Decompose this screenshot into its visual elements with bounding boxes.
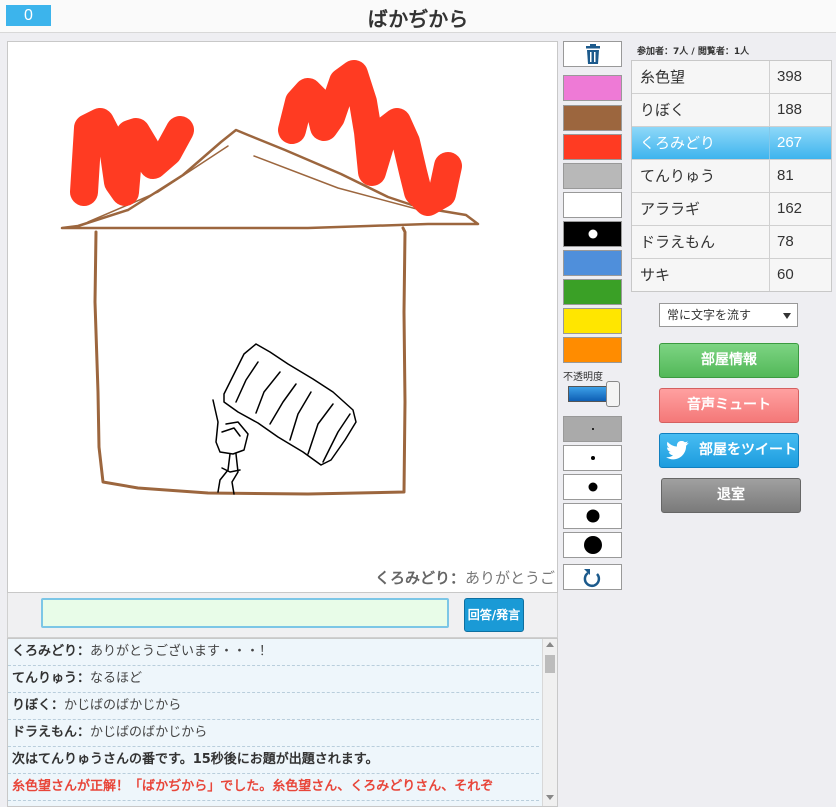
- brush-size-3[interactable]: [563, 474, 622, 500]
- undo-button[interactable]: [563, 564, 622, 590]
- brush-dot-icon: [586, 509, 599, 523]
- player-name: ドラえもん: [640, 233, 716, 251]
- answer-button[interactable]: 回答/発言: [464, 598, 524, 632]
- chat-text: かじばのばかじから: [90, 725, 208, 740]
- chat-name: りぼく：: [12, 698, 65, 713]
- chat-name: てんりゅう：: [12, 671, 91, 686]
- trash-icon: [586, 44, 600, 64]
- top-bar: 0 ばかぢから: [0, 0, 836, 33]
- chat-text: なるほど: [90, 671, 143, 686]
- player-row: てんりゅう 81: [632, 160, 831, 193]
- brush-size-2[interactable]: [563, 445, 622, 471]
- chat-name: くろみどり：: [12, 644, 91, 659]
- canvas-chat-overlay: くろみどり：ありがとうございます・・・！: [375, 567, 557, 588]
- scroll-up-arrow-icon[interactable]: [546, 642, 554, 647]
- system-message: 次はてんりゅうさんの番です。15秒後にお題が出題されます。: [8, 747, 539, 774]
- select-value: 常に文字を流す: [667, 308, 752, 322]
- brush-dot-icon: [583, 536, 602, 554]
- chat-row: くろみどり：ありがとうございます・・・！: [8, 639, 539, 666]
- player-name: くろみどり: [640, 134, 716, 152]
- overlay-name: くろみどり：: [375, 569, 466, 587]
- chat-row: ドラえもん：かじばのばかじから: [8, 720, 539, 747]
- answer-input[interactable]: [41, 598, 449, 628]
- player-row: ドラえもん 78: [632, 226, 831, 259]
- brush-size-1[interactable]: [563, 416, 622, 442]
- room-info-button[interactable]: 部屋情報: [659, 343, 799, 378]
- color-swatch-yellow[interactable]: [563, 308, 622, 334]
- player-name: サキ: [640, 266, 671, 284]
- player-row: 糸色望 398: [632, 61, 831, 94]
- player-score: 60: [769, 259, 831, 291]
- player-name: りぼく: [640, 101, 686, 119]
- mute-button[interactable]: 音声ミュート: [659, 388, 799, 423]
- player-row-active: くろみどり 267: [632, 127, 831, 160]
- player-name: てんりゅう: [640, 167, 716, 185]
- color-swatch-blue[interactable]: [563, 250, 622, 276]
- chat-name: ドラえもん：: [12, 725, 91, 740]
- overlay-text: ありがとうございます・・・！: [465, 569, 557, 587]
- player-score: 81: [769, 160, 831, 192]
- player-score: 162: [769, 193, 831, 225]
- chat-text: ありがとうございます・・・！: [90, 644, 273, 659]
- player-name: アララギ: [640, 200, 701, 218]
- color-swatch-black[interactable]: [563, 221, 622, 247]
- chat-text: かじばのばかじから: [64, 698, 182, 713]
- opacity-slider[interactable]: [566, 380, 620, 407]
- brush-size-5[interactable]: [563, 532, 622, 558]
- color-swatch-white[interactable]: [563, 192, 622, 218]
- selected-dot-icon: [588, 229, 597, 239]
- player-list: 糸色望 398 りぼく 188 くろみどり 267 てんりゅう 81 アララギ 162 ド…: [631, 60, 832, 292]
- brush-dot-icon: [591, 428, 594, 430]
- text-flow-select[interactable]: 常に文字を流す: [659, 303, 798, 327]
- clear-canvas-button[interactable]: [563, 41, 622, 67]
- color-swatch-pink[interactable]: [563, 75, 622, 101]
- drawing-canvas[interactable]: くろみどり：ありがとうございます・・・！: [7, 41, 558, 593]
- scroll-down-arrow-icon[interactable]: [546, 795, 554, 800]
- slider-thumb[interactable]: [606, 381, 620, 407]
- brush-dot-icon: [590, 456, 595, 460]
- tweet-room-button[interactable]: 部屋をツイート: [659, 433, 799, 468]
- answer-area: 回答/発言: [7, 593, 558, 638]
- room-stats: 参加者：7人 / 閲覧者：1人: [637, 47, 750, 57]
- drawing: [60, 60, 480, 496]
- exit-room-button[interactable]: 退室: [661, 478, 801, 513]
- color-swatch-gray[interactable]: [563, 163, 622, 189]
- chat-row: りぼく：かじばのばかじから: [8, 693, 539, 720]
- color-swatch-green[interactable]: [563, 279, 622, 305]
- player-score: 398: [769, 61, 831, 93]
- brush-dot-icon: [588, 482, 597, 492]
- color-swatch-brown[interactable]: [563, 105, 622, 131]
- undo-icon: [583, 569, 601, 588]
- twitter-bird-icon: [666, 441, 689, 460]
- player-row: サキ 60: [632, 259, 831, 291]
- color-swatch-orange[interactable]: [563, 337, 622, 363]
- tweet-label: 部屋をツイート: [699, 442, 797, 458]
- player-name: 糸色望: [640, 68, 686, 86]
- player-row: りぼく 188: [632, 94, 831, 127]
- correct-message: 糸色望さんが正解！「ばかぢから」でした。糸色望さん、くろみどりさん、それぞ: [8, 774, 539, 801]
- color-swatch-red[interactable]: [563, 134, 622, 160]
- player-score: 78: [769, 226, 831, 258]
- player-row: アララギ 162: [632, 193, 831, 226]
- brush-size-4[interactable]: [563, 503, 622, 529]
- player-score: 188: [769, 94, 831, 126]
- chat-scrollbar[interactable]: [542, 639, 557, 806]
- page-title: ばかぢから: [367, 7, 469, 31]
- player-score: 267: [769, 127, 831, 159]
- dropdown-arrow-icon: [783, 313, 791, 319]
- chat-row: てんりゅう：なるほど: [8, 666, 539, 693]
- chat-log: くろみどり：ありがとうございます・・・！ てんりゅう：なるほど りぼく：かじばの…: [7, 638, 558, 807]
- scroll-thumb[interactable]: [545, 655, 555, 673]
